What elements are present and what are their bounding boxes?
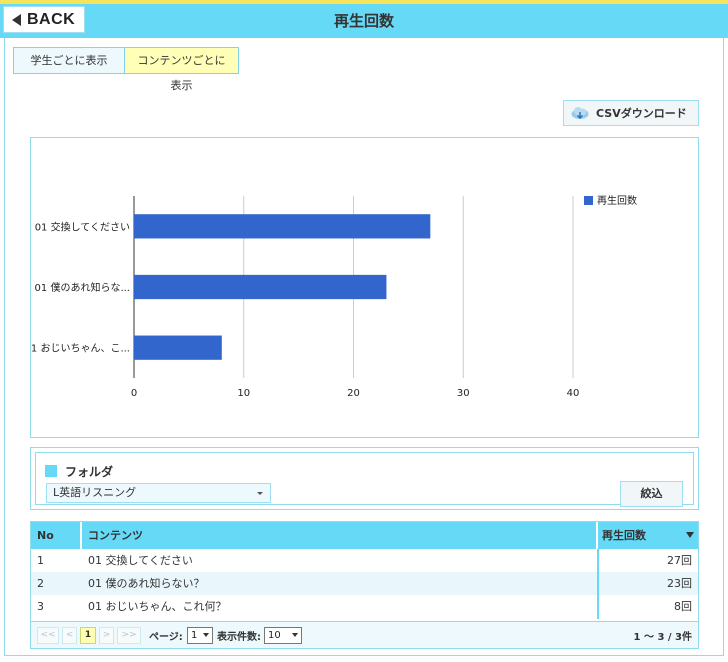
- chevron-down-icon: [203, 633, 209, 637]
- view-tabs: 学生ごとに表示 コンテンツごとに表示: [13, 47, 239, 92]
- page-size-label: 表示件数:: [217, 632, 261, 643]
- folder-select-value: L英語リスニング: [53, 486, 137, 499]
- back-label: BACK: [27, 10, 76, 28]
- tab-by-student[interactable]: 学生ごとに表示: [14, 48, 125, 73]
- cell-content: 01 交換してください: [88, 554, 193, 567]
- folder-panel-inner: フォルダ L英語リスニング 絞込: [35, 452, 694, 507]
- sort-desc-icon[interactable]: [686, 532, 694, 538]
- next-page-button[interactable]: >: [99, 627, 114, 644]
- x-tick-label: 30: [457, 388, 470, 399]
- column-header-play-count[interactable]: 再生回数: [602, 522, 646, 549]
- tab-by-content[interactable]: コンテンツごとに表示: [125, 48, 238, 92]
- page-size-value: 10: [268, 630, 281, 641]
- cloud-download-icon: [571, 107, 589, 119]
- results-table: No コンテンツ 再生回数 1 01 交換してください 27回 2 01 僕のあ…: [30, 521, 699, 649]
- result-summary: 1 ～ 3 / 3件: [633, 632, 692, 643]
- cell-no: 2: [37, 577, 44, 590]
- column-divider: [596, 522, 598, 549]
- page-label: ページ:: [149, 632, 183, 643]
- page-select-value: 1: [191, 630, 198, 641]
- csv-download-label: CSVダウンロード: [596, 107, 687, 120]
- y-category-label: 01 おじいちゃん、こ...: [31, 343, 130, 355]
- prev-page-button[interactable]: <: [62, 627, 77, 644]
- csv-download-button[interactable]: CSVダウンロード: [563, 100, 699, 126]
- table-header: No コンテンツ 再生回数: [31, 522, 698, 549]
- cell-play-count: 27回: [667, 554, 692, 567]
- folder-panel: フォルダ L英語リスニング 絞込: [30, 447, 699, 510]
- x-tick-label: 0: [131, 388, 137, 399]
- cell-play-count: 8回: [674, 600, 692, 613]
- back-arrow-icon: [12, 13, 21, 26]
- chart-panel: 0 10 20 30 40 01 交換してください 01 僕のあれ知らな... 01 おじいち…: [30, 137, 699, 438]
- column-header-content[interactable]: コンテンツ: [88, 522, 143, 549]
- play-count-bar-chart: 0 10 20 30 40 01 交換してください 01 僕のあれ知らな... 01 おじいち…: [31, 194, 637, 399]
- legend-swatch: [584, 196, 593, 205]
- pager: << < 1 > >> ページ: 1 表示件数: 10 1 ～ 3 / 3件: [31, 621, 698, 648]
- cell-no: 1: [37, 554, 44, 567]
- folder-square-icon: [45, 465, 57, 477]
- folder-title: フォルダ: [65, 465, 114, 479]
- filter-button[interactable]: 絞込: [620, 481, 683, 507]
- cell-no: 3: [37, 600, 44, 613]
- page-select[interactable]: 1: [187, 627, 213, 644]
- cell-play-count: 23回: [667, 577, 692, 590]
- y-category-label: 01 僕のあれ知らな...: [35, 281, 130, 294]
- cell-content: 01 僕のあれ知らない？: [88, 577, 205, 590]
- cell-content: 01 おじいちゃん、これ何？: [88, 600, 227, 613]
- current-page[interactable]: 1: [80, 627, 96, 644]
- column-header-no[interactable]: No: [37, 522, 54, 549]
- y-category-label: 01 交換してください: [35, 220, 130, 233]
- page-title: 再生回数: [333, 12, 394, 30]
- first-page-button[interactable]: <<: [37, 627, 59, 644]
- column-divider: [80, 522, 82, 549]
- page-size-select[interactable]: 10: [264, 627, 302, 644]
- bar: [134, 335, 222, 360]
- column-divider: [597, 549, 599, 619]
- bar: [134, 274, 387, 300]
- x-tick-label: 10: [237, 388, 250, 399]
- x-tick-label: 40: [567, 388, 580, 399]
- folder-select[interactable]: L英語リスニング: [46, 483, 271, 503]
- legend-label: 再生回数: [597, 194, 637, 207]
- back-button[interactable]: BACK: [3, 6, 85, 33]
- chevron-down-icon: [257, 492, 263, 495]
- last-page-button[interactable]: >>: [117, 627, 141, 644]
- x-tick-label: 20: [347, 388, 360, 399]
- chevron-down-icon: [292, 633, 298, 637]
- bar: [134, 214, 431, 239]
